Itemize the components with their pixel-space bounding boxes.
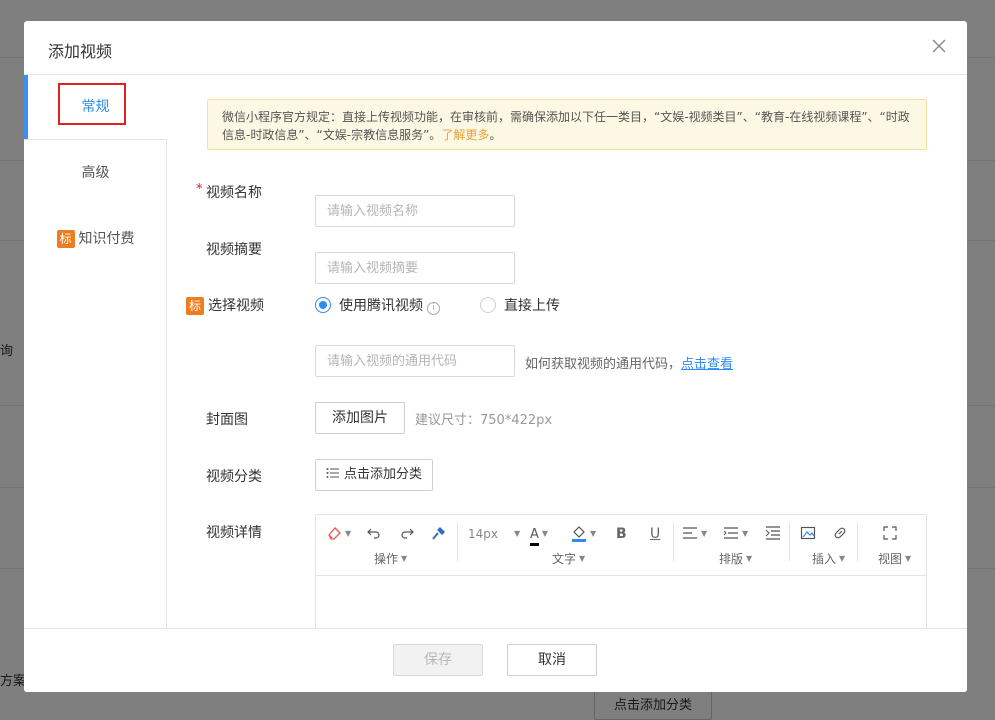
add-video-dialog: 添加视频 常规 高级 标知识付费 微信小程序官方规定：直接上传视频功能，在审核前…	[24, 21, 967, 692]
video-summary-input[interactable]	[315, 252, 515, 284]
active-indicator	[24, 75, 28, 139]
toolbar-group-label[interactable]: 插入 ▼	[812, 550, 845, 567]
dialog-header: 添加视频	[24, 21, 967, 75]
add-category-button[interactable]: 点击添加分类	[315, 459, 433, 491]
category-label: 视频分类	[206, 469, 262, 485]
required-mark: *	[196, 182, 203, 197]
learn-more-link[interactable]: 了解更多	[441, 128, 489, 142]
radio-unchecked-icon	[480, 297, 496, 313]
background-color-icon[interactable]: ▼	[571, 523, 596, 545]
radio-checked-icon	[315, 297, 331, 313]
list-icon	[326, 468, 339, 478]
sidebar-item-advanced[interactable]: 高级	[24, 141, 167, 205]
sidebar-item-general[interactable]: 常规	[24, 75, 167, 139]
radio-tencent-video[interactable]: 使用腾讯视频 i	[315, 295, 440, 315]
select-video-label-text: 选择视频	[208, 298, 264, 314]
sidebar-divider	[24, 139, 167, 140]
eraser-icon[interactable]: ▼	[326, 523, 351, 545]
toolbar-separator	[673, 523, 674, 561]
dialog-sidebar: 常规 高级 标知识付费	[24, 75, 167, 629]
annotation-highlight-box	[58, 83, 126, 125]
format-painter-icon[interactable]	[431, 523, 447, 545]
link-icon[interactable]	[832, 523, 848, 545]
video-code-input[interactable]	[315, 345, 515, 377]
video-name-input[interactable]	[315, 195, 515, 227]
toolbar-separator	[857, 523, 858, 561]
cancel-button[interactable]: 取消	[507, 644, 597, 676]
align-icon[interactable]: ▼	[682, 523, 707, 545]
tag-badge: 标	[186, 297, 204, 315]
save-button[interactable]: 保存	[393, 644, 483, 676]
sidebar-item-label: 高级	[81, 165, 110, 181]
underline-button[interactable]: U	[650, 523, 660, 545]
toolbar-group-label[interactable]: 视图 ▼	[878, 550, 911, 567]
editor-toolbar: ▼ 操作 ▼ 14px ▼ A ▼ ▼ B U 文字 ▼ ▼ ▼ 排版 ▼ 插入…	[316, 515, 926, 576]
sidebar-item-label: 知识付费	[78, 231, 135, 247]
toolbar-group-label[interactable]: 文字 ▼	[552, 550, 585, 567]
toolbar-group-label[interactable]: 排版 ▼	[719, 550, 752, 567]
video-name-label: * 视频名称	[196, 182, 262, 202]
detail-label: 视频详情	[206, 525, 262, 541]
redo-icon[interactable]	[399, 523, 415, 545]
notice-text: 微信小程序官方规定：直接上传视频功能，在审核前，需确保添加以下任一类目，“文娱-…	[222, 110, 910, 142]
add-image-button[interactable]: 添加图片	[315, 402, 405, 434]
select-video-label: 标选择视频	[186, 295, 264, 315]
toolbar-separator	[457, 523, 458, 561]
dialog-title: 添加视频	[48, 42, 113, 61]
tag-badge: 标	[56, 230, 75, 248]
view-help-link[interactable]: 点击查看	[681, 357, 733, 372]
notice-banner: 微信小程序官方规定：直接上传视频功能，在审核前，需确保添加以下任一类目，“文娱-…	[207, 99, 927, 150]
code-hint-text: 如何获取视频的通用代码，	[525, 357, 682, 372]
toolbar-separator	[789, 523, 790, 561]
cover-size-hint: 建议尺寸：750*422px	[415, 413, 553, 428]
image-icon[interactable]	[800, 523, 816, 545]
info-icon[interactable]: i	[427, 302, 440, 315]
fullscreen-icon[interactable]	[883, 523, 897, 545]
bold-button[interactable]: B	[616, 523, 627, 545]
radio-label: 使用腾讯视频	[339, 298, 423, 314]
rich-text-editor: ▼ 操作 ▼ 14px ▼ A ▼ ▼ B U 文字 ▼ ▼ ▼ 排版 ▼ 插入…	[315, 514, 927, 629]
dialog-content: 微信小程序官方规定：直接上传视频功能，在审核前，需确保添加以下任一类目，“文娱-…	[167, 75, 967, 629]
font-color-icon[interactable]: A ▼	[530, 523, 548, 546]
video-summary-label: 视频摘要	[206, 242, 262, 258]
dialog-footer: 保存 取消	[24, 628, 967, 692]
toolbar-group-label[interactable]: 操作 ▼	[374, 550, 407, 567]
add-category-label: 点击添加分类	[343, 467, 422, 482]
undo-icon[interactable]	[366, 523, 382, 545]
font-size-select[interactable]: 14px ▼	[468, 523, 520, 545]
video-name-label-text: 视频名称	[206, 185, 262, 201]
close-icon	[932, 39, 946, 53]
close-button[interactable]	[927, 34, 951, 58]
cover-label: 封面图	[206, 412, 248, 428]
indent-icon[interactable]	[765, 523, 781, 545]
notice-end: 。	[489, 128, 502, 142]
editor-body[interactable]	[316, 576, 926, 629]
radio-direct-upload[interactable]: 直接上传	[480, 295, 560, 315]
radio-label: 直接上传	[504, 298, 560, 314]
sidebar-item-paid-knowledge[interactable]: 标知识付费	[24, 207, 167, 271]
code-hint: 如何获取视频的通用代码，点击查看	[525, 353, 733, 372]
line-height-icon[interactable]: ▼	[723, 523, 748, 545]
